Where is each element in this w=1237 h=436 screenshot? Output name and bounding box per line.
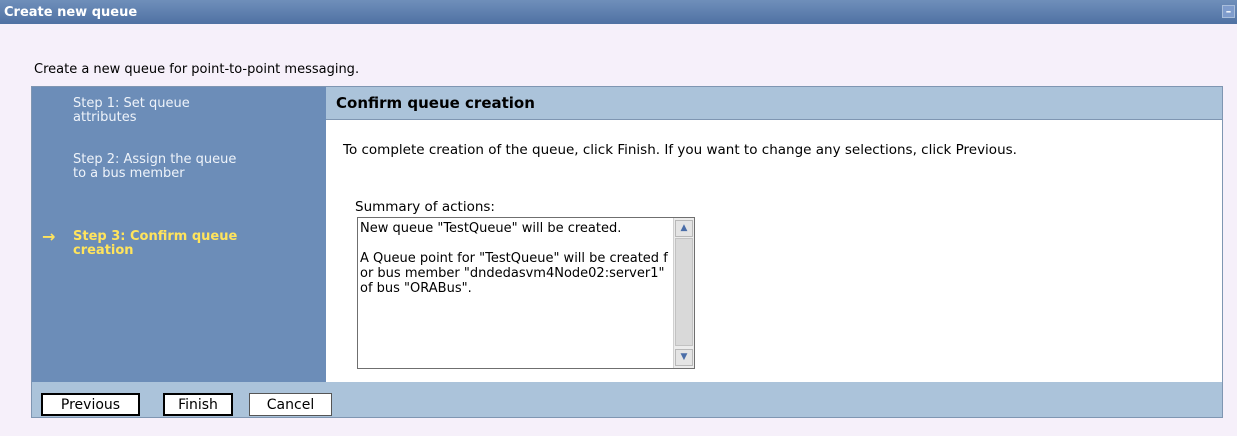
scroll-thumb[interactable] xyxy=(675,238,693,346)
wizard-step-2[interactable]: Step 2: Assign the queue to a bus member xyxy=(73,153,253,181)
window-titlebar: Create new queue – xyxy=(0,0,1237,24)
cancel-button[interactable]: Cancel xyxy=(249,393,332,416)
previous-button[interactable]: Previous xyxy=(41,393,140,416)
instructions-text: To complete creation of the queue, click… xyxy=(343,142,1017,158)
finish-button[interactable]: Finish xyxy=(163,393,233,416)
summary-text: New queue "TestQueue" will be created. A… xyxy=(360,221,668,296)
scroll-up-icon[interactable]: ▲ xyxy=(675,220,693,237)
collapse-icon[interactable]: – xyxy=(1222,5,1235,18)
wizard-panel: Step 1: Set queue attributes Step 2: Ass… xyxy=(31,86,1223,418)
summary-textarea[interactable]: New queue "TestQueue" will be created. A… xyxy=(357,217,695,369)
summary-scrollbar[interactable]: ▲ ▼ xyxy=(673,218,694,368)
panel-title: Confirm queue creation xyxy=(326,87,1222,120)
scroll-down-icon[interactable]: ▼ xyxy=(675,349,693,366)
wizard-step-3-current: Step 3: Confirm queue creation xyxy=(73,229,238,258)
wizard-content: Confirm queue creation To complete creat… xyxy=(326,87,1222,382)
wizard-step-1[interactable]: Step 1: Set queue attributes xyxy=(73,97,253,125)
wizard-steps-sidebar: Step 1: Set queue attributes Step 2: Ass… xyxy=(32,87,326,382)
summary-label: Summary of actions: xyxy=(355,199,495,215)
current-step-arrow-icon: → xyxy=(42,227,56,246)
page-description: Create a new queue for point-to-point me… xyxy=(34,62,360,77)
window-title: Create new queue xyxy=(4,4,138,20)
button-bar: Previous Finish Cancel xyxy=(32,382,1222,417)
